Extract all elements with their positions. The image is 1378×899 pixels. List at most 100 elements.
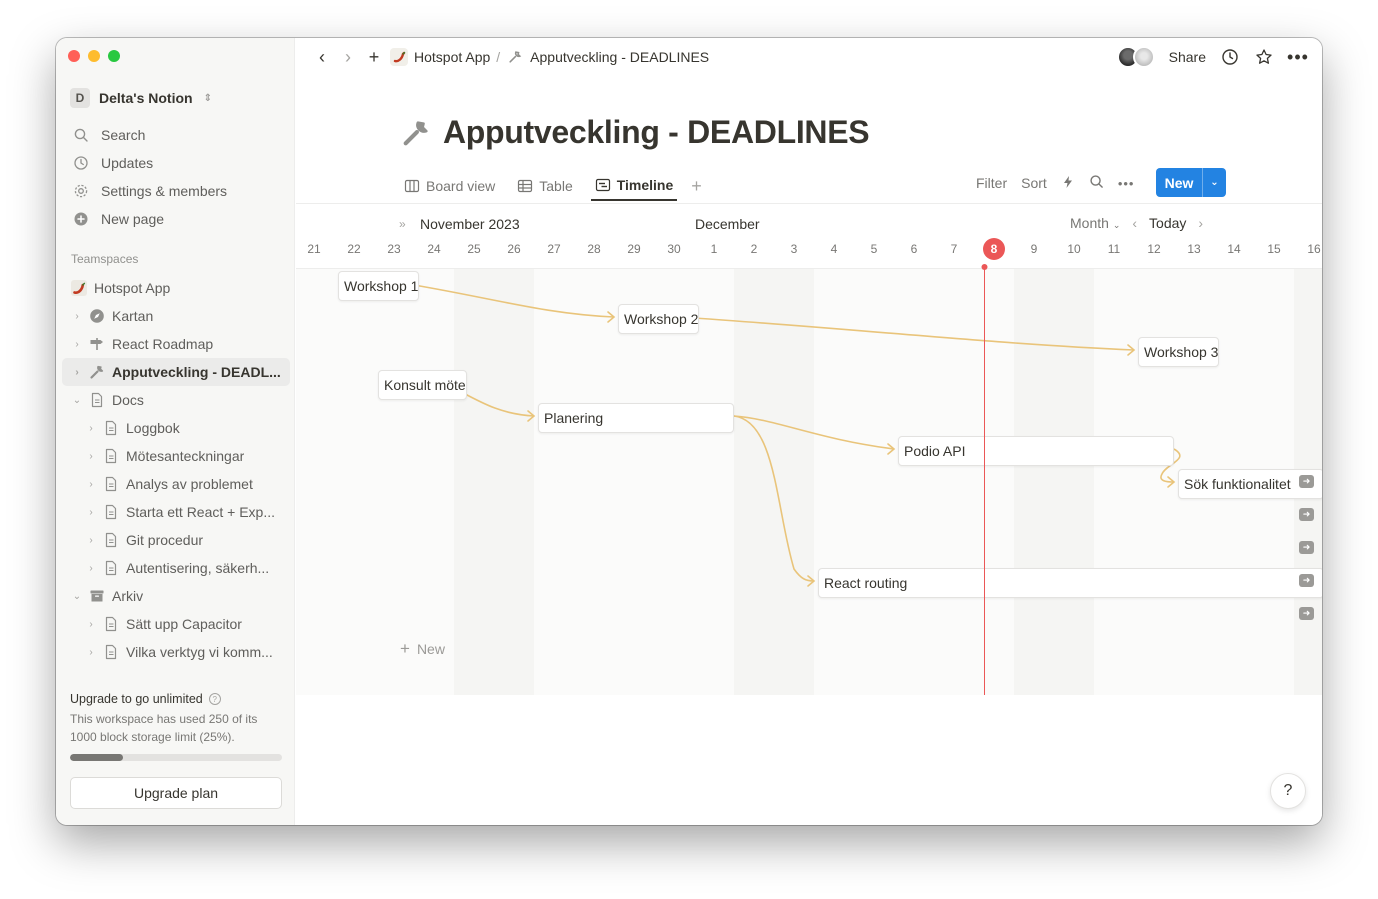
help-circle-icon[interactable]: ? [208, 693, 221, 705]
open-item-arrow-icon[interactable]: ➜ [1299, 574, 1314, 587]
sidebar-item-mötesanteckningar[interactable]: › Mötesanteckningar [62, 442, 290, 470]
open-item-arrow-icon[interactable]: ➜ [1299, 541, 1314, 554]
chevron-right-icon[interactable]: › [84, 535, 98, 546]
chevron-right-icon[interactable]: › [84, 451, 98, 462]
sidebar-item-label: Vilka verktyg vi komm... [126, 644, 273, 660]
sidebar-item-search[interactable]: Search [70, 121, 290, 149]
timeline-item-workshop-1[interactable]: Workshop 1 [338, 271, 420, 301]
lightning-icon[interactable] [1061, 175, 1075, 192]
sidebar-item-git-procedur[interactable]: › Git procedur [62, 526, 290, 554]
open-item-arrow-icon[interactable]: ➜ [1299, 508, 1314, 521]
chevron-right-icon[interactable]: › [1198, 215, 1203, 231]
tab-table[interactable]: Table [513, 171, 576, 201]
sidebar-item-hotspot-app[interactable]: Hotspot App [62, 274, 290, 302]
chevron-left-icon[interactable]: ‹ [1132, 215, 1137, 231]
tab-label: Board view [426, 178, 496, 194]
more-options-icon[interactable]: ••• [1287, 47, 1308, 67]
more-options-icon[interactable]: ••• [1118, 176, 1135, 191]
zoom-window-button[interactable] [108, 50, 120, 62]
sidebar-item-settings[interactable]: Settings & members [70, 177, 290, 205]
chevron-right-icon[interactable]: › [84, 423, 98, 434]
timeline-item-react-routing[interactable]: React routing [818, 568, 1322, 598]
new-button-label: New [1164, 174, 1194, 191]
tab-timeline[interactable]: Timeline [590, 171, 678, 201]
clock-icon [74, 156, 88, 170]
weekend-band [454, 269, 534, 695]
document-icon [102, 531, 120, 549]
close-window-button[interactable] [68, 50, 80, 62]
sidebar-item-label: Mötesanteckningar [126, 448, 245, 464]
timeline-item-workshop-2[interactable]: Workshop 2 [618, 304, 700, 334]
wrench-icon [88, 363, 106, 381]
tab-board-view[interactable]: Board view [400, 171, 499, 201]
sidebar-item-apputveckling-deadl[interactable]: › Apputveckling - DEADL... [62, 358, 290, 386]
collaborator-avatars[interactable] [1116, 46, 1155, 68]
sidebar-item-label: Docs [112, 392, 144, 408]
workspace-name: Delta's Notion [99, 90, 193, 106]
double-chevron-right-icon[interactable]: » [399, 217, 406, 231]
new-item-button[interactable]: New ⌄ [1156, 168, 1226, 197]
tab-label: Timeline [616, 177, 674, 193]
open-item-arrow-icon[interactable]: ➜ [1299, 475, 1314, 488]
forward-arrow-icon[interactable]: › [340, 48, 356, 66]
sidebar-item-vilka-verktyg-vi-komm[interactable]: › Vilka verktyg vi komm... [62, 638, 290, 666]
avatar[interactable] [1132, 46, 1155, 68]
search-icon[interactable] [1089, 174, 1104, 192]
sidebar-item-label: Apputveckling - DEADL... [112, 364, 281, 380]
breadcrumb-current-page[interactable]: Apputveckling - DEADLINES [530, 49, 709, 65]
chevron-right-icon[interactable]: › [70, 311, 84, 322]
chevron-down-icon[interactable]: ⌄ [70, 395, 84, 406]
sidebar-item-loggbok[interactable]: › Loggbok [62, 414, 290, 442]
day-label: 6 [910, 242, 918, 256]
minimize-window-button[interactable] [88, 50, 100, 62]
sidebar-item-updates[interactable]: Updates [70, 149, 290, 177]
chevron-right-icon[interactable]: › [70, 339, 84, 350]
sidebar-item-autentisering-säkerh[interactable]: › Autentisering, säkerh... [62, 554, 290, 582]
sidebar-item-analys-av-problemet[interactable]: › Analys av problemet [62, 470, 290, 498]
sidebar-item-react-roadmap[interactable]: › React Roadmap [62, 330, 290, 358]
timeline-item-planering[interactable]: Planering [538, 403, 734, 433]
star-icon[interactable] [1254, 47, 1274, 67]
chevron-right-icon[interactable]: › [84, 619, 98, 630]
chevron-right-icon[interactable]: › [84, 563, 98, 574]
page-title: Apputveckling - DEADLINES [399, 114, 870, 151]
sidebar-item-arkiv[interactable]: ⌄ Arkiv [62, 582, 290, 610]
sort-button[interactable]: Sort [1021, 175, 1047, 191]
timeline-item-konsult-möte[interactable]: Konsult möte [378, 370, 467, 400]
timeline-item-label: Konsult möte [384, 377, 466, 393]
day-label: 24 [427, 242, 441, 256]
chevron-right-icon[interactable]: › [84, 647, 98, 658]
page-title-text[interactable]: Apputveckling - DEADLINES [443, 114, 870, 151]
upgrade-plan-button[interactable]: Upgrade plan [70, 777, 282, 809]
share-button[interactable]: Share [1169, 49, 1206, 65]
breadcrumb-hotspot-app[interactable]: Hotspot App [414, 49, 490, 65]
sidebar-item-sätt-upp-capacitor[interactable]: › Sätt upp Capacitor [62, 610, 290, 638]
help-button[interactable]: ? [1270, 773, 1306, 809]
scale-select[interactable]: Month ⌄ [1070, 215, 1120, 231]
open-item-arrow-icon[interactable]: ➜ [1299, 607, 1314, 620]
filter-button[interactable]: Filter [976, 175, 1007, 191]
sidebar-item-new-page[interactable]: New page [70, 205, 290, 233]
sidebar-item-docs[interactable]: ⌄ Docs [62, 386, 290, 414]
history-clock-icon[interactable] [1220, 47, 1240, 67]
add-new-item-button[interactable]: + New [400, 639, 445, 659]
add-view-plus-icon[interactable]: + [691, 176, 702, 197]
timeline-item-workshop-3[interactable]: Workshop 3 [1138, 337, 1220, 367]
chevron-right-icon[interactable]: › [70, 367, 84, 378]
add-plus-icon[interactable]: + [366, 48, 382, 66]
chevron-down-icon[interactable]: ⌄ [1202, 168, 1226, 197]
sidebar-item-starta-ett-react-exp[interactable]: › Starta ett React + Exp... [62, 498, 290, 526]
plus-icon: + [400, 639, 410, 658]
upgrade-panel: Upgrade to go unlimited ? This workspace… [70, 692, 282, 809]
document-icon [88, 391, 106, 409]
chevron-right-icon[interactable]: › [84, 479, 98, 490]
back-arrow-icon[interactable]: ‹ [314, 48, 330, 66]
wrench-icon[interactable] [399, 116, 433, 150]
chevron-down-icon[interactable]: ⌄ [70, 591, 84, 602]
sidebar-item-kartan[interactable]: › Kartan [62, 302, 290, 330]
document-icon [102, 447, 120, 465]
workspace-switcher[interactable]: D Delta's Notion ⇕ [70, 88, 212, 108]
chevron-right-icon[interactable]: › [84, 507, 98, 518]
today-button[interactable]: Today [1149, 215, 1186, 231]
timeline-item-podio-api[interactable]: Podio API [898, 436, 1174, 466]
